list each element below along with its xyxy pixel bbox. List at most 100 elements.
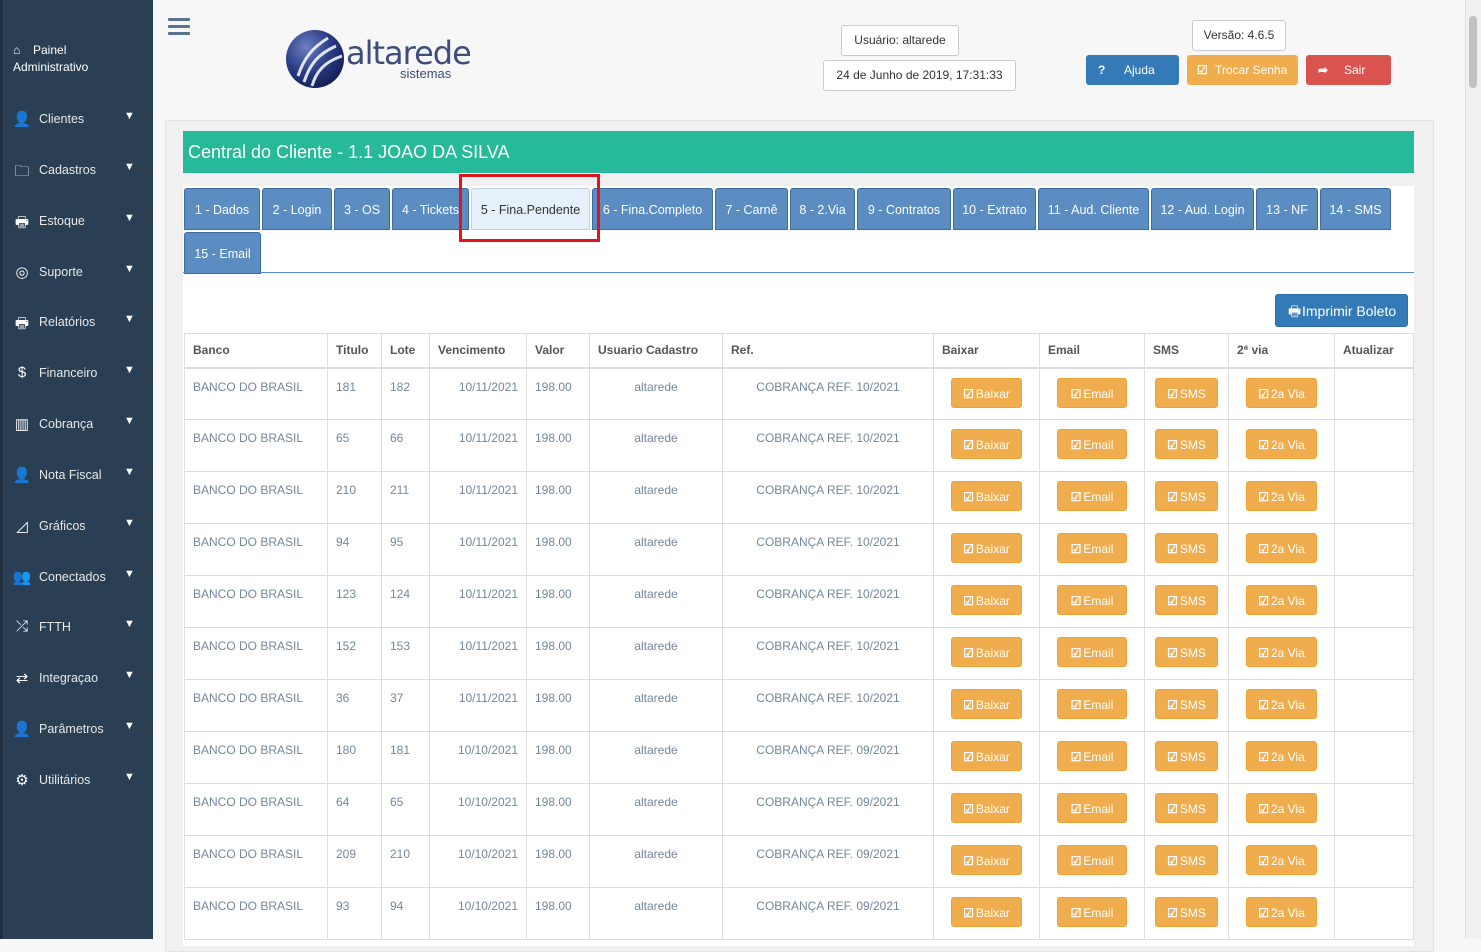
- sidebar-item-graficos[interactable]: ◿ Gráficos ▼: [0, 509, 153, 543]
- sms-button[interactable]: ☑ SMS: [1155, 689, 1218, 719]
- baixar-button[interactable]: ☑ Baixar: [951, 689, 1022, 719]
- sidebar-item-label: Parâmetros: [39, 722, 104, 736]
- baixar-button[interactable]: ☑ Baixar: [951, 429, 1022, 459]
- tab-15[interactable]: 15 - Email: [184, 232, 261, 274]
- sms-button[interactable]: ☑ SMS: [1155, 377, 1218, 408]
- sms-button[interactable]: ☑ SMS: [1155, 897, 1218, 927]
- sidebar-item-conectados[interactable]: 👥 Conectados ▼: [0, 560, 153, 594]
- baixar-button[interactable]: ☑ Baixar: [951, 533, 1022, 563]
- email-button[interactable]: ☑ Email: [1057, 377, 1127, 408]
- tab-8[interactable]: 8 - 2.Via: [790, 188, 855, 230]
- action-cell: ☑ Email: [1039, 523, 1145, 576]
- baixar-label: Baixar: [975, 490, 1010, 504]
- update-cell: [1334, 575, 1414, 628]
- via-button[interactable]: ☑ 2a Via: [1246, 897, 1317, 927]
- baixar-button[interactable]: ☑ Baixar: [951, 637, 1022, 667]
- via-button[interactable]: ☑ 2a Via: [1246, 585, 1317, 615]
- via-button[interactable]: ☑ 2a Via: [1246, 481, 1317, 511]
- tab-11[interactable]: 11 - Aud. Cliente: [1038, 188, 1149, 230]
- via-button[interactable]: ☑ 2a Via: [1246, 637, 1317, 667]
- change-password-button[interactable]: ☑ Trocar Senha: [1187, 55, 1298, 85]
- sms-button[interactable]: ☑ SMS: [1155, 845, 1218, 875]
- email-button[interactable]: ☑ Email: [1057, 793, 1127, 823]
- via-button[interactable]: ☑ 2a Via: [1246, 533, 1317, 563]
- tab-9[interactable]: 9 - Contratos: [857, 188, 951, 230]
- email-button[interactable]: ☑ Email: [1057, 689, 1127, 719]
- via-button[interactable]: ☑ 2a Via: [1246, 741, 1317, 771]
- cell-text: 94: [390, 899, 404, 913]
- email-button[interactable]: ☑ Email: [1057, 481, 1127, 511]
- via-button[interactable]: ☑ 2a Via: [1246, 377, 1317, 408]
- action-cell: ☑ Email: [1039, 471, 1145, 524]
- tab-3[interactable]: 3 - OS: [334, 188, 390, 230]
- via-button[interactable]: ☑ 2a Via: [1246, 845, 1317, 875]
- sms-button[interactable]: ☑ SMS: [1155, 585, 1218, 615]
- email-button[interactable]: ☑ Email: [1057, 585, 1127, 615]
- sidebar-item-utilitarios[interactable]: ⚙ Utilitários ▼: [0, 763, 153, 797]
- table-cell: BANCO DO BRASIL: [184, 887, 328, 940]
- sms-button[interactable]: ☑ SMS: [1155, 533, 1218, 563]
- action-cell: ☑ 2a Via: [1228, 783, 1335, 836]
- baixar-button[interactable]: ☑ Baixar: [951, 741, 1022, 771]
- print-boleto-button[interactable]: 🖶 Imprimir Boleto: [1275, 294, 1408, 327]
- email-button[interactable]: ☑ Email: [1057, 637, 1127, 667]
- sms-label: SMS: [1179, 698, 1206, 712]
- email-button[interactable]: ☑ Email: [1057, 429, 1127, 459]
- baixar-button[interactable]: ☑ Baixar: [951, 585, 1022, 615]
- tab-6[interactable]: 6 - Fina.Completo: [592, 188, 713, 230]
- sms-button[interactable]: ☑ SMS: [1155, 793, 1218, 823]
- edit-icon: ☑: [1070, 750, 1082, 764]
- help-button[interactable]: ? Ajuda: [1086, 55, 1179, 85]
- email-button[interactable]: ☑ Email: [1057, 897, 1127, 927]
- sms-button[interactable]: ☑ SMS: [1155, 429, 1218, 459]
- tab-12[interactable]: 12 - Aud. Login: [1151, 188, 1254, 230]
- sidebar-item-clientes[interactable]: 👤 Clientes ▼: [0, 102, 153, 136]
- tab-14[interactable]: 14 - SMS: [1320, 188, 1391, 230]
- cell-text: 209: [336, 847, 357, 861]
- sms-button[interactable]: ☑ SMS: [1155, 637, 1218, 667]
- baixar-button[interactable]: ☑ Baixar: [951, 845, 1022, 875]
- sidebar-item-integracao[interactable]: ⇄ Integraçao ▼: [0, 661, 153, 695]
- sidebar-item-financeiro[interactable]: $ Financeiro ▼: [0, 356, 153, 390]
- table-cell: 209: [327, 835, 382, 888]
- sidebar-title[interactable]: ⌂ Painel Administrativo: [13, 42, 88, 76]
- sidebar-item-estoque[interactable]: 🖶 Estoque ▼: [0, 204, 153, 238]
- sidebar-item-suporte[interactable]: ◎ Suporte ▼: [0, 255, 153, 289]
- sms-button[interactable]: ☑ SMS: [1155, 481, 1218, 511]
- baixar-button[interactable]: ☑ Baixar: [951, 377, 1022, 408]
- scrollbar-thumb[interactable]: [1469, 16, 1477, 88]
- via-button[interactable]: ☑ 2a Via: [1246, 793, 1317, 823]
- email-button[interactable]: ☑ Email: [1057, 845, 1127, 875]
- via-button[interactable]: ☑ 2a Via: [1246, 429, 1317, 459]
- sms-label: SMS: [1179, 646, 1206, 660]
- tab-10[interactable]: 10 - Extrato: [953, 188, 1036, 230]
- baixar-button[interactable]: ☑ Baixar: [951, 481, 1022, 511]
- menu-toggle-icon[interactable]: [168, 18, 190, 38]
- baixar-button[interactable]: ☑ Baixar: [951, 793, 1022, 823]
- sms-button[interactable]: ☑ SMS: [1155, 741, 1218, 771]
- sidebar-item-parametros[interactable]: 👤 Parâmetros ▼: [0, 712, 153, 746]
- sidebar-item-cadastros[interactable]: 🗀 Cadastros ▼: [0, 153, 153, 187]
- sidebar-item-cobranca[interactable]: ▥ Cobrança ▼: [0, 407, 153, 441]
- sidebar-item-label: Utilitários: [39, 773, 91, 787]
- table-cell: 152: [327, 627, 382, 680]
- via-button[interactable]: ☑ 2a Via: [1246, 689, 1317, 719]
- logout-button[interactable]: ➦ Sair: [1306, 55, 1391, 85]
- tab-13[interactable]: 13 - NF: [1256, 188, 1318, 230]
- tab-7[interactable]: 7 - Carnê: [715, 188, 788, 230]
- pending-finance-table: Banco Titulo Lote Vencimento Valor Usuario Ca…: [184, 333, 1414, 940]
- via-label: 2a Via: [1270, 906, 1305, 920]
- action-cell: ☑ Email: [1039, 419, 1145, 472]
- page-scrollbar[interactable]: [1465, 0, 1481, 939]
- sidebar-item-relatorios[interactable]: 🖶 Relatórios ▼: [0, 305, 153, 339]
- sidebar-item-ftth[interactable]: ⤮ FTTH ▼: [0, 610, 153, 644]
- tab-1[interactable]: 1 - Dados: [184, 188, 260, 230]
- table-cell: 94: [327, 523, 382, 576]
- tab-2[interactable]: 2 - Login: [262, 188, 332, 230]
- baixar-button[interactable]: ☑ Baixar: [951, 897, 1022, 927]
- sidebar-item-nota-fiscal[interactable]: 👤 Nota Fiscal ▼: [0, 458, 153, 492]
- tab-4[interactable]: 4 - Tickets: [392, 188, 469, 230]
- edit-icon: ☑: [1070, 906, 1082, 920]
- email-button[interactable]: ☑ Email: [1057, 741, 1127, 771]
- email-button[interactable]: ☑ Email: [1057, 533, 1127, 563]
